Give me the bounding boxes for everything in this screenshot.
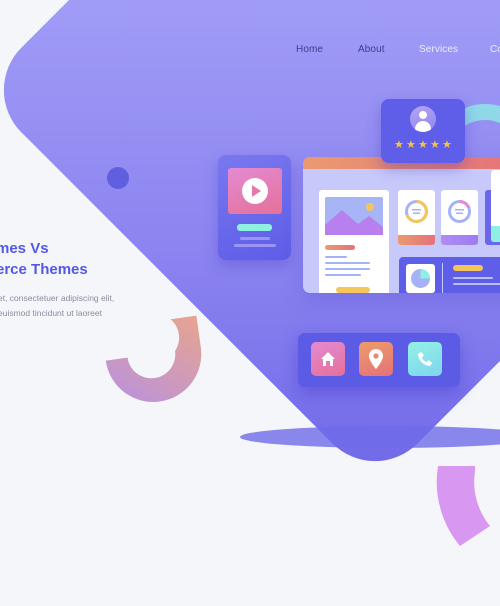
- browser-window: [303, 157, 500, 293]
- star-icon: ★: [406, 139, 416, 151]
- video-text-line: [234, 244, 276, 247]
- decor-pink-arc: [436, 466, 490, 546]
- article-button[interactable]: [336, 287, 370, 293]
- hero-title-line2: erce Themes: [0, 261, 88, 278]
- user-icon: [410, 106, 436, 132]
- nav-contact[interactable]: Co: [490, 44, 500, 55]
- play-icon[interactable]: [242, 178, 268, 204]
- divider: [442, 263, 443, 293]
- phone-icon: [418, 352, 432, 366]
- panel-tag: [453, 265, 483, 271]
- floating-card-right: [491, 170, 500, 242]
- stat-card-1: [398, 190, 435, 245]
- star-icon: ★: [394, 139, 404, 151]
- panel-line: [453, 283, 500, 285]
- pie-chart-icon: [411, 269, 430, 288]
- article-line: [325, 256, 347, 258]
- home-icon: [321, 352, 335, 366]
- donut-chart-icon: [405, 200, 428, 223]
- location-pin-icon: [369, 349, 383, 369]
- stat-card-footer: [398, 235, 435, 245]
- stat-card-2: [441, 190, 478, 245]
- article-card: [319, 190, 389, 293]
- home-app-button[interactable]: [311, 342, 345, 376]
- review-card: ★ ★ ★ ★ ★: [381, 99, 465, 163]
- image-icon: [325, 197, 383, 235]
- video-text-line: [240, 237, 270, 240]
- article-line: [325, 274, 361, 276]
- article-line: [325, 268, 370, 270]
- video-title-bar: [237, 224, 272, 231]
- decor-arc: [105, 315, 202, 402]
- video-thumbnail: [228, 168, 282, 214]
- star-icon: ★: [442, 139, 452, 151]
- chart-panel: [399, 257, 500, 293]
- decor-dot: [107, 167, 129, 189]
- app-dock: [298, 333, 460, 387]
- pie-card: [406, 264, 435, 293]
- donut-chart-icon: [448, 199, 471, 223]
- article-tag: [325, 245, 355, 250]
- phone-app-button[interactable]: [408, 342, 442, 376]
- panel-line: [453, 277, 493, 279]
- hero-body-line2: euismod tincidunt ut laoreet: [0, 308, 102, 318]
- location-app-button[interactable]: [359, 342, 393, 376]
- card-footer: [491, 226, 500, 242]
- nav-services[interactable]: Services: [419, 44, 458, 55]
- star-icon: ★: [430, 139, 440, 151]
- article-line: [325, 262, 370, 264]
- nav-about[interactable]: About: [358, 44, 385, 55]
- stat-card-footer: [441, 235, 478, 245]
- video-card: [218, 155, 291, 260]
- nav-home[interactable]: Home: [296, 44, 323, 55]
- hero-title-line1: mes Vs: [0, 240, 49, 257]
- star-icon: ★: [418, 139, 428, 151]
